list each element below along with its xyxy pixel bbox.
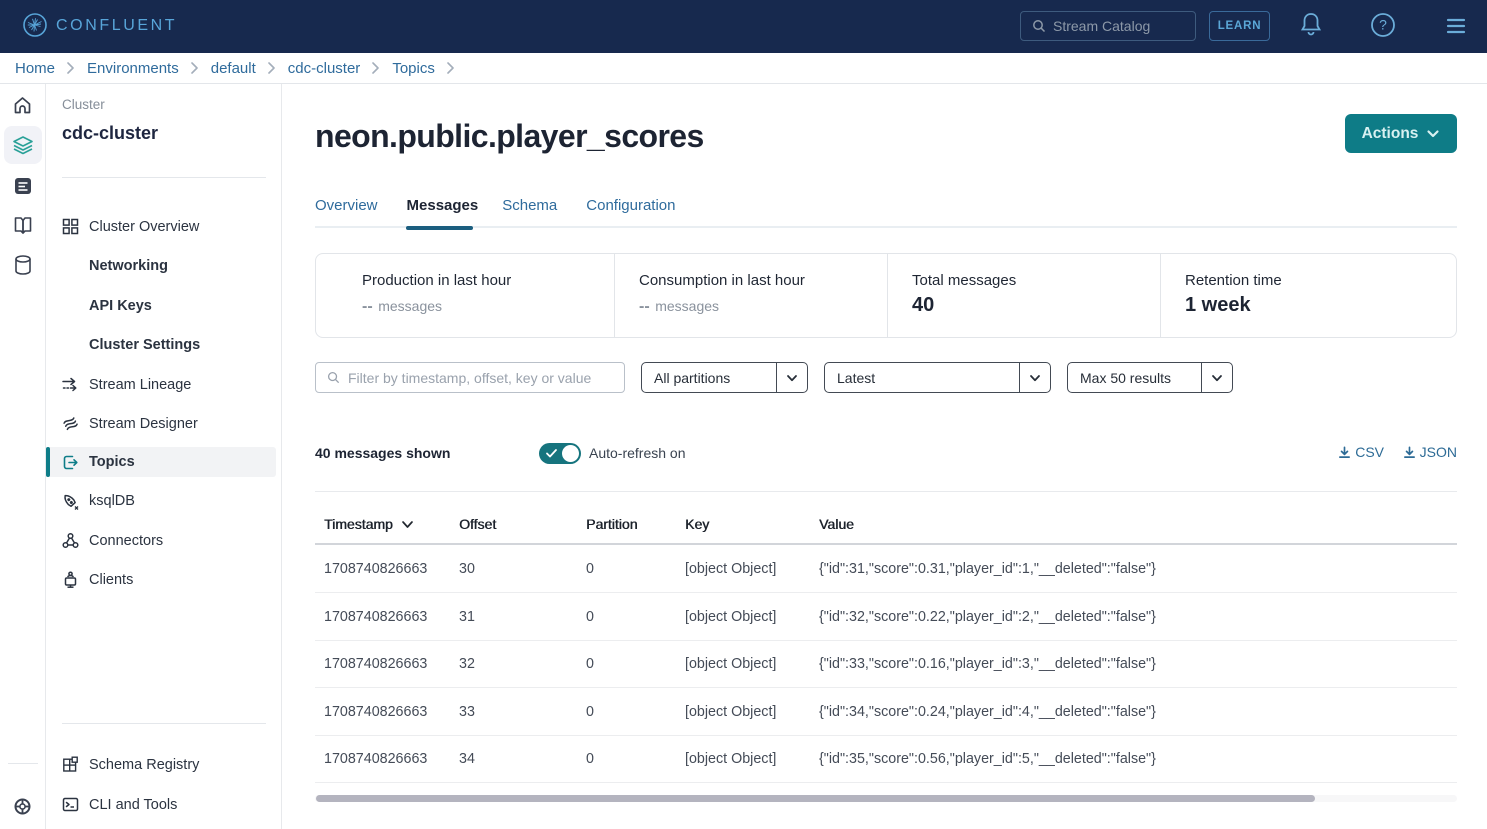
svg-text:?: ? [1379, 17, 1387, 33]
